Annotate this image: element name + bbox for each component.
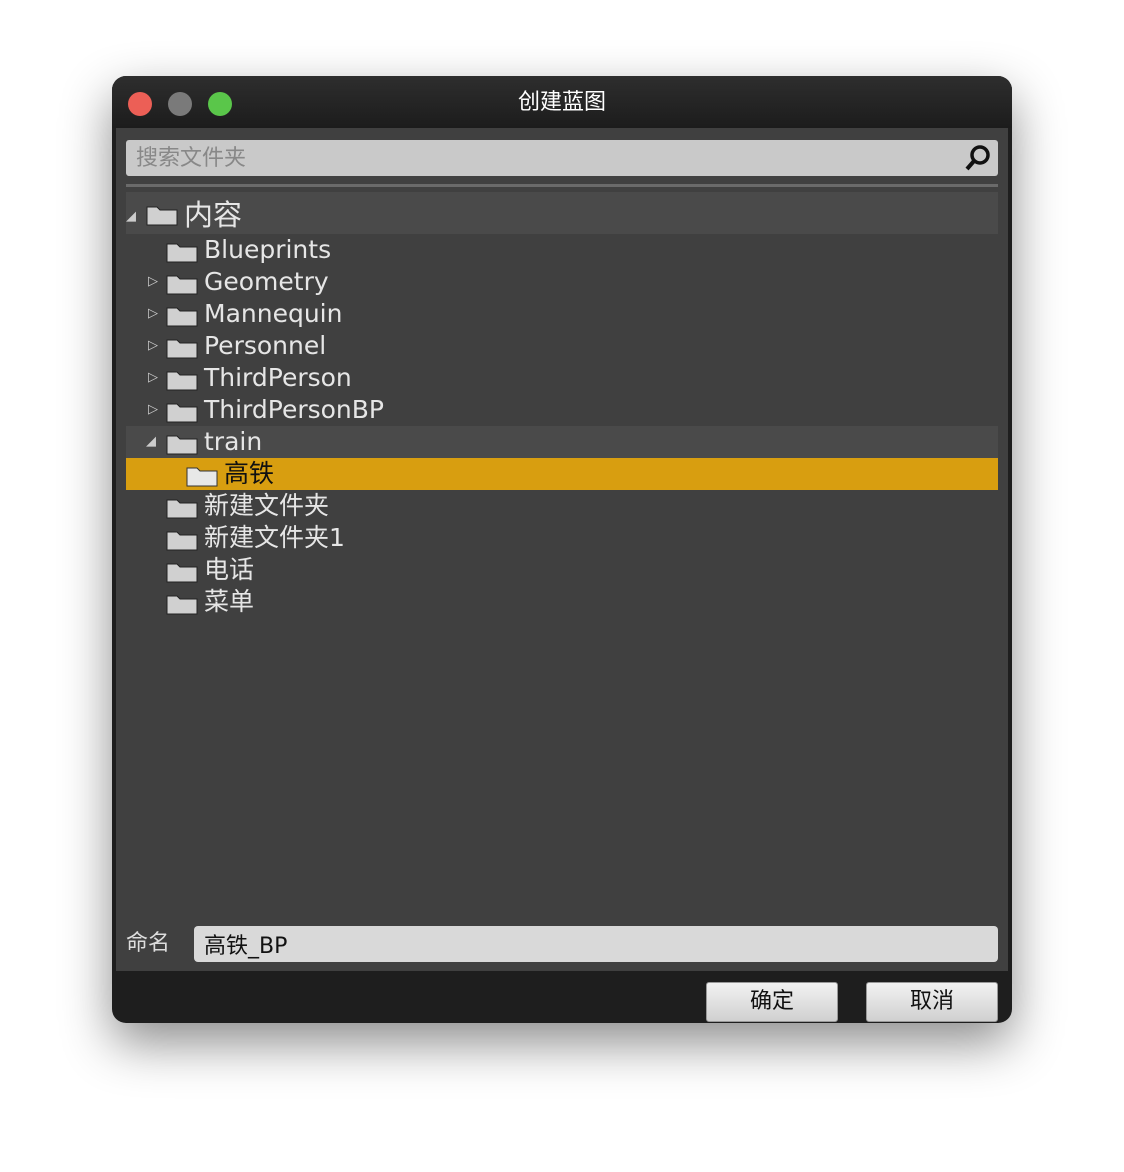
cancel-button[interactable]: 取消 (866, 982, 998, 1022)
tree-item[interactable]: 电话 (126, 554, 998, 586)
tree-item[interactable]: ◢ train (126, 426, 998, 458)
tree-item[interactable]: Blueprints (126, 234, 998, 266)
tree-item-label: Mannequin (204, 299, 343, 328)
folder-icon (166, 307, 198, 327)
title-bar[interactable]: 创建蓝图 (112, 76, 1012, 128)
folder-icon (166, 243, 198, 263)
tree-item-label: 高铁 (224, 459, 275, 488)
tree-item-label: ThirdPerson (204, 363, 352, 392)
name-label: 命名 (126, 931, 171, 956)
tree-item-label: train (204, 427, 263, 456)
ok-button[interactable]: 确定 (706, 982, 838, 1022)
folder-icon (166, 563, 198, 583)
tree-item-label: 电话 (204, 555, 255, 584)
folder-panel: ◢内容Blueprints▷Geometry▷Mannequin▷Personn… (116, 128, 1008, 971)
folder-icon (166, 531, 198, 551)
folder-icon (166, 403, 198, 423)
tree-item[interactable]: 高铁 (126, 458, 998, 490)
divider (126, 184, 998, 187)
search-box (126, 140, 998, 176)
open-folder-icon (166, 435, 198, 455)
search-icon[interactable] (964, 144, 992, 172)
tree-item[interactable]: ▷ Mannequin (126, 298, 998, 330)
folder-icon (166, 499, 198, 519)
tree-item-label: 菜单 (204, 587, 255, 616)
collapsed-arrow-icon[interactable]: ▷ (148, 330, 158, 362)
search-input[interactable] (126, 140, 946, 176)
name-input[interactable] (194, 926, 998, 962)
folder-icon (166, 339, 198, 359)
tree-item-label: 新建文件夹1 (204, 523, 345, 552)
folder-icon (166, 595, 198, 615)
folder-icon (166, 371, 198, 391)
open-folder-icon (146, 206, 178, 226)
folder-icon (186, 467, 218, 487)
create-blueprint-dialog: 创建蓝图 ◢内容Blueprints▷Geometry▷Mannequin▷Pe… (112, 76, 1012, 1023)
collapsed-arrow-icon[interactable]: ▷ (148, 362, 158, 394)
collapsed-arrow-icon[interactable]: ▷ (148, 298, 158, 330)
tree-item-label: ThirdPersonBP (204, 395, 385, 424)
tree-item-label: Geometry (204, 267, 329, 296)
tree-item[interactable]: ▷ ThirdPerson (126, 362, 998, 394)
tree-item[interactable]: ◢ 内容 (126, 192, 998, 234)
tree-item-label: 新建文件夹 (204, 491, 330, 520)
tree-item-label: Blueprints (204, 235, 332, 264)
tree-item[interactable]: 新建文件夹1 (126, 522, 998, 554)
tree-item[interactable]: ▷ Geometry (126, 266, 998, 298)
collapsed-arrow-icon[interactable]: ▷ (148, 394, 158, 426)
name-row: 命名 (126, 926, 998, 962)
collapsed-arrow-icon[interactable]: ▷ (148, 266, 158, 298)
tree-item[interactable]: ▷ ThirdPersonBP (126, 394, 998, 426)
tree-item[interactable]: 菜单 (126, 586, 998, 618)
window-title: 创建蓝图 (517, 90, 606, 115)
expanded-arrow-icon[interactable]: ◢ (146, 426, 156, 458)
folder-icon (166, 275, 198, 295)
tree-item-label: Personnel (204, 331, 327, 360)
tree-item-label: 内容 (184, 198, 243, 232)
tree-item[interactable]: ▷ Personnel (126, 330, 998, 362)
tree-item[interactable]: 新建文件夹 (126, 490, 998, 522)
